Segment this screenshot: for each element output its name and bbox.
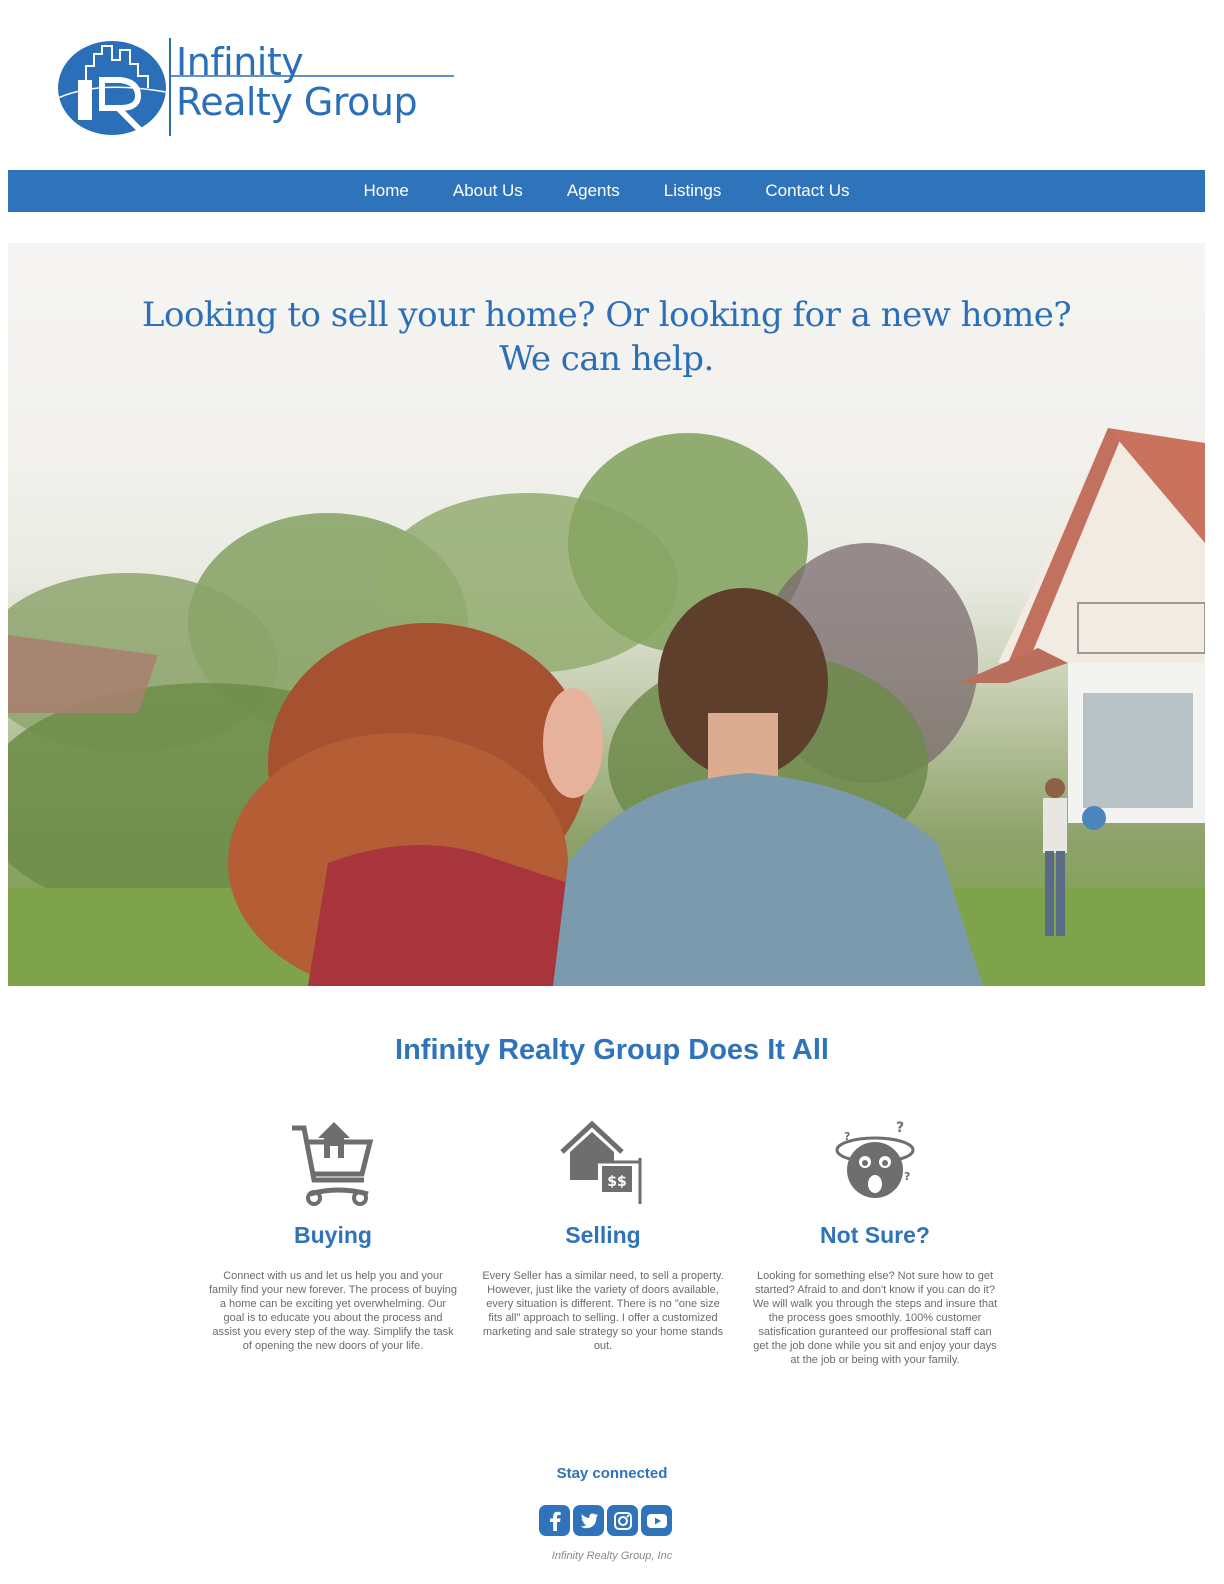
hero-headline-line2: We can help. <box>499 339 714 379</box>
feature-not-sure-text: Looking for something else? Not sure how… <box>752 1270 998 1366</box>
logo-name-line1: Infinity <box>176 40 304 84</box>
twitter-button[interactable] <box>573 1505 604 1536</box>
svg-text:?: ? <box>844 1130 850 1143</box>
nav-about-us[interactable]: About Us <box>431 181 545 201</box>
nav-contact-us[interactable]: Contact Us <box>743 181 871 201</box>
hero-banner: Looking to sell your home? Or looking fo… <box>8 243 1205 986</box>
nav-listings[interactable]: Listings <box>642 181 744 201</box>
feature-not-sure: ? ? ? Not Sure? Looking for something el… <box>750 1118 1000 1367</box>
instagram-icon <box>613 1511 632 1530</box>
facebook-button[interactable] <box>539 1505 570 1536</box>
svg-text:?: ? <box>904 1170 910 1183</box>
copyright-text: Infinity Realty Group, Inc <box>551 1550 673 1562</box>
feature-selling-title: Selling <box>565 1222 641 1248</box>
instagram-button[interactable] <box>607 1505 638 1536</box>
nav-home[interactable]: Home <box>342 181 431 201</box>
twitter-icon <box>579 1513 598 1528</box>
logo[interactable]: Infinity Realty Group <box>58 36 458 140</box>
youtube-icon <box>646 1513 667 1528</box>
nav-agents[interactable]: Agents <box>545 181 642 201</box>
hero-headline: Looking to sell your home? Or looking fo… <box>8 293 1205 381</box>
feature-buying-title: Buying <box>294 1222 372 1248</box>
hero-headline-line1: Looking to sell your home? Or looking fo… <box>141 295 1072 335</box>
feature-selling-text: Every Seller has a similar need, to sell… <box>482 1270 724 1352</box>
house-for-sale-sign-icon[interactable]: $$ <box>558 1118 648 1208</box>
feature-buying: Buying Connect with us and let us help y… <box>208 1118 458 1353</box>
shopping-cart-house-icon[interactable] <box>288 1118 378 1208</box>
youtube-button[interactable] <box>641 1505 672 1536</box>
social-links <box>539 1505 672 1536</box>
main-nav: Home About Us Agents Listings Contact Us <box>8 170 1205 212</box>
svg-text:$$: $$ <box>607 1174 626 1190</box>
feature-buying-text: Connect with us and let us help you and … <box>208 1270 458 1352</box>
svg-text:?: ? <box>896 1120 904 1136</box>
feature-selling: $$ Selling Every Seller has a similar ne… <box>478 1118 728 1353</box>
section-heading: Infinity Realty Group Does It All <box>395 1034 829 1066</box>
facebook-icon <box>549 1511 561 1531</box>
feature-not-sure-title: Not Sure? <box>820 1222 930 1248</box>
logo-name-line2: Realty Group <box>176 80 418 124</box>
confused-face-icon[interactable]: ? ? ? <box>830 1118 920 1208</box>
stay-connected-label: Stay connected <box>556 1465 668 1482</box>
